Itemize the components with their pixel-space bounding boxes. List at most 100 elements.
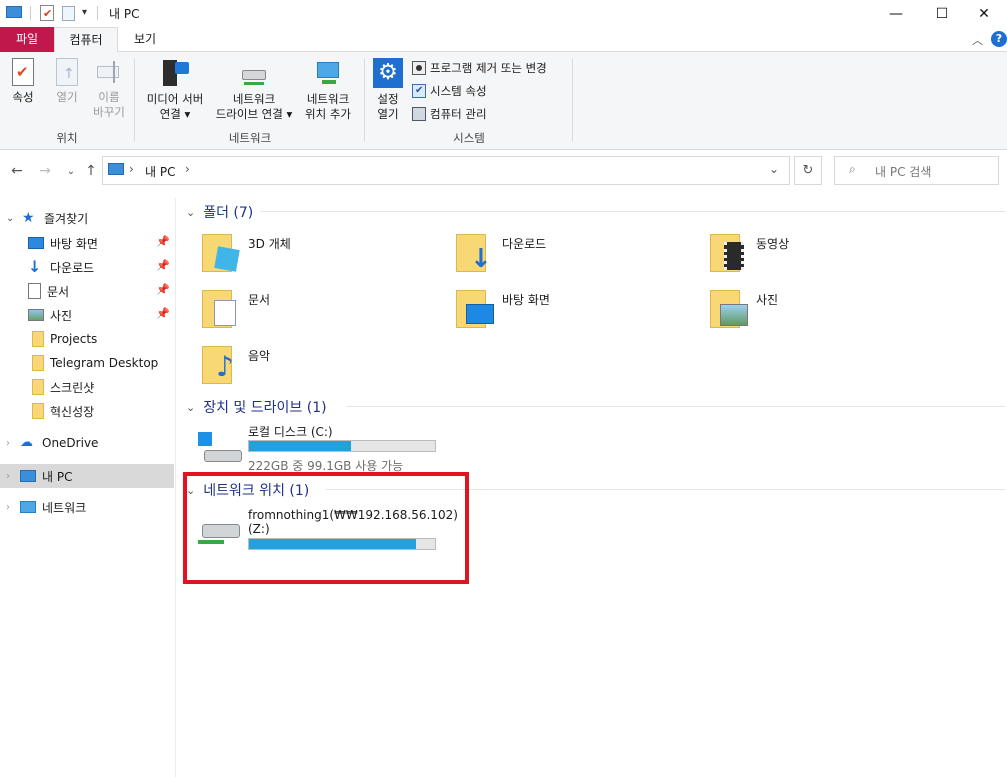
- section-header-folders[interactable]: ⌄ 폴더 (7): [186, 202, 253, 222]
- tab-computer[interactable]: 컴퓨터: [54, 27, 118, 53]
- sidebar-item-onedrive[interactable]: › ☁ OneDrive: [0, 431, 174, 455]
- sidebar-item-pictures[interactable]: 사진 📌: [0, 303, 174, 327]
- add-network-location-button[interactable]: 네트워크 위치 추가: [298, 58, 358, 122]
- cloud-icon: ☁: [20, 435, 33, 450]
- sidebar-item-network[interactable]: › 네트워크: [0, 495, 174, 519]
- minimize-button[interactable]: —: [873, 0, 919, 27]
- search-placeholder: 내 PC 검색: [875, 165, 932, 179]
- sidebar-item-projects[interactable]: Projects: [0, 327, 174, 351]
- address-root-chevron[interactable]: ›: [129, 162, 134, 176]
- rename-label-1: 이름: [98, 90, 120, 104]
- desktop-icon: [28, 237, 44, 249]
- sidebar-item-downloads[interactable]: ↓ 다운로드 📌: [0, 255, 174, 279]
- folder-icon: [202, 286, 242, 330]
- sidebar-item-quick-access[interactable]: ⌄ ★ 즐겨찾기: [0, 206, 174, 230]
- drive-c[interactable]: 로컬 디스크 (C:) 222GB 중 99.1GB 사용 가능: [196, 422, 456, 473]
- new-folder-icon[interactable]: [62, 6, 75, 21]
- address-bar[interactable]: › 내 PC › ⌄: [102, 156, 790, 185]
- customize-toolbar-dropdown-icon[interactable]: ▾: [82, 7, 87, 18]
- sidebar-item-innovation[interactable]: 혁신성장: [0, 399, 174, 423]
- sidebar-item-telegram[interactable]: Telegram Desktop: [0, 351, 174, 375]
- back-button[interactable]: ←: [6, 160, 28, 182]
- pin-icon[interactable]: 📌: [156, 307, 170, 320]
- up-button[interactable]: ↑: [80, 160, 102, 182]
- properties-button[interactable]: ✔ 속성: [5, 58, 41, 105]
- pin-icon[interactable]: 📌: [156, 235, 170, 248]
- sidebar-label: 스크린샷: [50, 380, 95, 395]
- refresh-button[interactable]: ↻: [794, 156, 822, 185]
- system-properties-command[interactable]: ✔ 시스템 속성: [412, 81, 487, 101]
- open-settings-button[interactable]: ⚙ 설정 열기: [370, 58, 406, 122]
- folder-label: 문서: [248, 293, 271, 307]
- address-dropdown-icon[interactable]: ⌄: [769, 162, 779, 176]
- title-divider: [97, 6, 98, 20]
- media-server-button[interactable]: 미디어 서버 연결 ▾: [140, 58, 210, 122]
- ribbon-tab-bar: 파일 컴퓨터 보기 ︿ ?: [0, 27, 1007, 53]
- address-path[interactable]: 내 PC: [145, 163, 175, 180]
- add-location-label-1: 네트워크: [306, 92, 350, 106]
- map-drive-label-1: 네트워크: [232, 92, 276, 106]
- open-label: 열기: [56, 90, 78, 104]
- windows-drive-icon: [198, 432, 242, 466]
- folder-icon: [32, 379, 44, 395]
- sidebar-item-documents[interactable]: 문서 📌: [0, 279, 174, 303]
- folder-label: 동영상: [756, 237, 790, 251]
- expand-chevron-icon: ›: [6, 501, 10, 513]
- drive-name: 로컬 디스크 (C:): [248, 425, 333, 439]
- computer-management-command[interactable]: 컴퓨터 관리: [412, 104, 487, 124]
- pin-icon[interactable]: 📌: [156, 283, 170, 296]
- search-icon: ⌕: [849, 162, 856, 176]
- network-drive-icon: [240, 58, 268, 88]
- navigation-pane: ⌄ ★ 즐겨찾기 바탕 화면 📌 ↓ 다운로드 📌 문서 📌 사진 📌 Proj…: [0, 198, 176, 777]
- folder-label: 바탕 화면: [502, 293, 550, 307]
- settings-label-2: 열기: [377, 107, 399, 121]
- recent-locations-dropdown[interactable]: ⌄: [60, 160, 82, 182]
- folder-documents[interactable]: 문서: [202, 286, 270, 336]
- rename-button[interactable]: 이름 바꾸기: [89, 58, 129, 120]
- pin-icon[interactable]: 📌: [156, 259, 170, 272]
- folder-music[interactable]: ♪ 음악: [202, 342, 270, 392]
- properties-check-icon[interactable]: ✔: [40, 5, 54, 21]
- folder-pictures[interactable]: 사진: [710, 286, 778, 336]
- search-input[interactable]: ⌕ 내 PC 검색: [834, 156, 999, 185]
- document-icon: [28, 283, 41, 299]
- collapse-ribbon-icon[interactable]: ︿: [972, 32, 983, 48]
- sidebar-label: Projects: [50, 332, 98, 346]
- sidebar-label: 문서: [47, 284, 70, 299]
- map-drive-label-2: 드라이브 연결 ▾: [215, 107, 293, 121]
- address-path-chevron[interactable]: ›: [185, 162, 190, 176]
- folder-icon: [710, 230, 750, 274]
- expand-chevron-icon: ›: [6, 470, 10, 482]
- sidebar-item-desktop[interactable]: 바탕 화면 📌: [0, 231, 174, 255]
- system-properties-icon: ✔: [412, 84, 426, 98]
- folder-videos[interactable]: 동영상: [710, 230, 789, 280]
- folder-icon: ♪: [202, 342, 242, 386]
- navigation-bar: ← → ⌄ ↑ › 내 PC › ⌄ ↻ ⌕ 내 PC 검색: [0, 150, 1007, 190]
- folder-desktop[interactable]: 바탕 화면: [456, 286, 550, 336]
- properties-icon: ✔: [12, 58, 34, 86]
- sidebar-label: 바탕 화면: [50, 236, 98, 251]
- gear-icon: ⚙: [373, 58, 403, 88]
- section-header-devices[interactable]: ⌄ 장치 및 드라이브 (1): [186, 397, 327, 417]
- section-divider: [260, 211, 1005, 212]
- star-icon: ★: [22, 210, 35, 226]
- sidebar-item-this-pc[interactable]: › 내 PC: [0, 464, 174, 488]
- tab-file[interactable]: 파일: [0, 27, 54, 52]
- sidebar-item-screenshots[interactable]: 스크린샷: [0, 375, 174, 399]
- close-button[interactable]: ✕: [961, 0, 1007, 27]
- open-button[interactable]: ↑ 열기: [49, 58, 85, 105]
- media-server-label-2: 연결 ▾: [159, 107, 191, 121]
- folder-3d-objects[interactable]: 3D 개체: [202, 230, 291, 280]
- forward-button[interactable]: →: [34, 160, 56, 182]
- folder-icon: [32, 355, 44, 371]
- uninstall-program-command[interactable]: 프로그램 제거 또는 변경: [412, 58, 547, 78]
- tab-view[interactable]: 보기: [118, 27, 172, 52]
- system-properties-label: 시스템 속성: [430, 84, 487, 98]
- help-icon[interactable]: ?: [991, 31, 1007, 47]
- folder-downloads[interactable]: ↓ 다운로드: [456, 230, 546, 280]
- open-icon: ↑: [56, 58, 78, 86]
- map-network-drive-button[interactable]: 네트워크 드라이브 연결 ▾: [210, 58, 298, 122]
- folder-label: 다운로드: [502, 237, 547, 251]
- maximize-button[interactable]: ☐: [919, 0, 965, 27]
- network-location-icon: [314, 58, 342, 88]
